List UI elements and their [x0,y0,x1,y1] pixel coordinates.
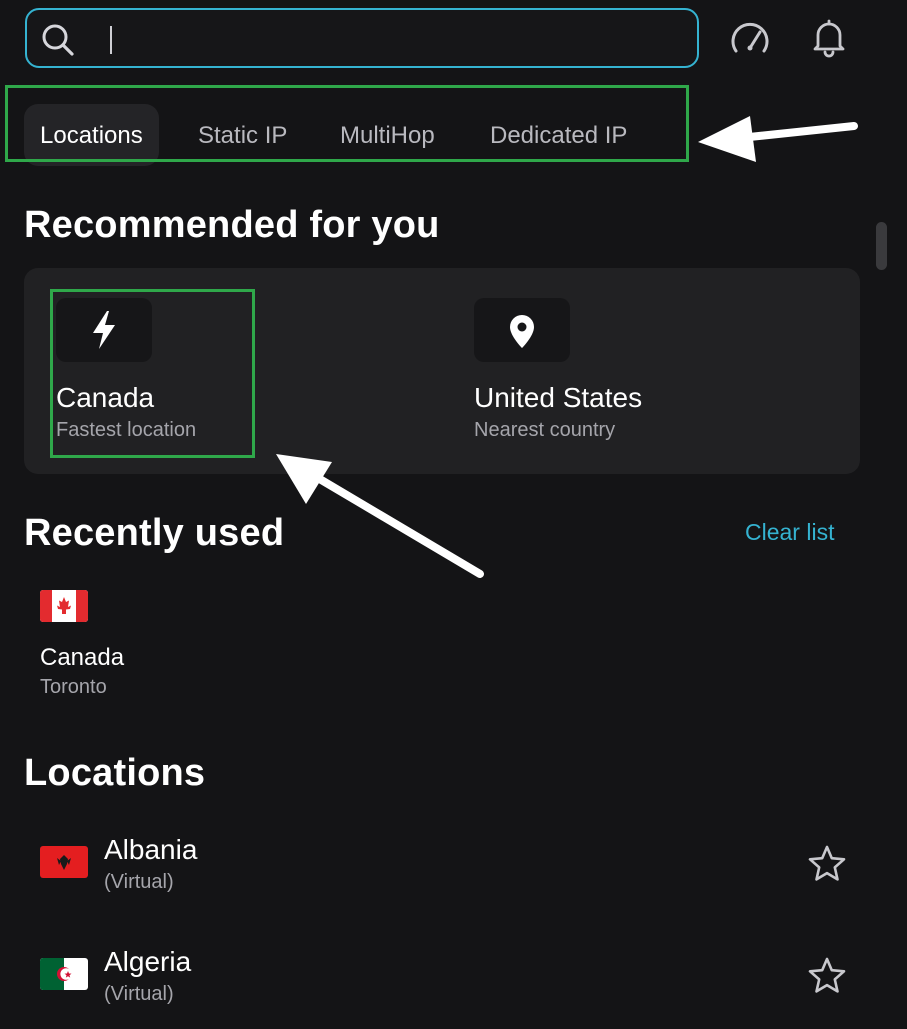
recent-item-name: Canada [40,644,125,671]
canada-highlight-box [50,289,255,458]
algeria-flag-icon [40,958,88,990]
recent-item-canada[interactable]: Canada Toronto [40,590,240,702]
location-subtitle: (Virtual) [104,871,174,893]
location-row-algeria[interactable]: Algeria (Virtual) [40,946,860,1010]
location-name: Albania [104,834,198,865]
search-icon [42,24,74,56]
recent-item-city: Toronto [40,676,107,698]
recommended-item-united-states[interactable]: United States Nearest country [474,298,714,448]
annotation-arrow-icon [698,116,858,162]
locations-heading: Locations [24,752,206,794]
text-caret [110,26,112,54]
bell-icon[interactable] [808,16,850,58]
speedometer-icon[interactable] [729,18,771,60]
canada-flag-icon [40,590,88,622]
recommended-heading: Recommended for you [24,204,440,246]
location-pin-icon [510,315,534,348]
icon-tile [474,298,570,362]
recommended-item-subtitle: Nearest country [474,419,616,441]
location-subtitle: (Virtual) [104,983,174,1005]
tabs-highlight-box [5,85,689,162]
recently-used-heading: Recently used [24,512,285,554]
search-input[interactable] [117,20,681,58]
star-icon[interactable] [808,957,846,995]
clear-list-link[interactable]: Clear list [745,519,834,546]
search-bar[interactable] [25,8,699,68]
annotation-arrow-icon [276,454,484,578]
location-name: Algeria [104,946,192,977]
scrollbar-thumb[interactable] [876,222,887,270]
recommended-item-name: United States [474,382,643,413]
location-row-albania[interactable]: Albania (Virtual) [40,834,860,898]
albania-flag-icon [40,846,88,878]
star-icon[interactable] [808,845,846,883]
